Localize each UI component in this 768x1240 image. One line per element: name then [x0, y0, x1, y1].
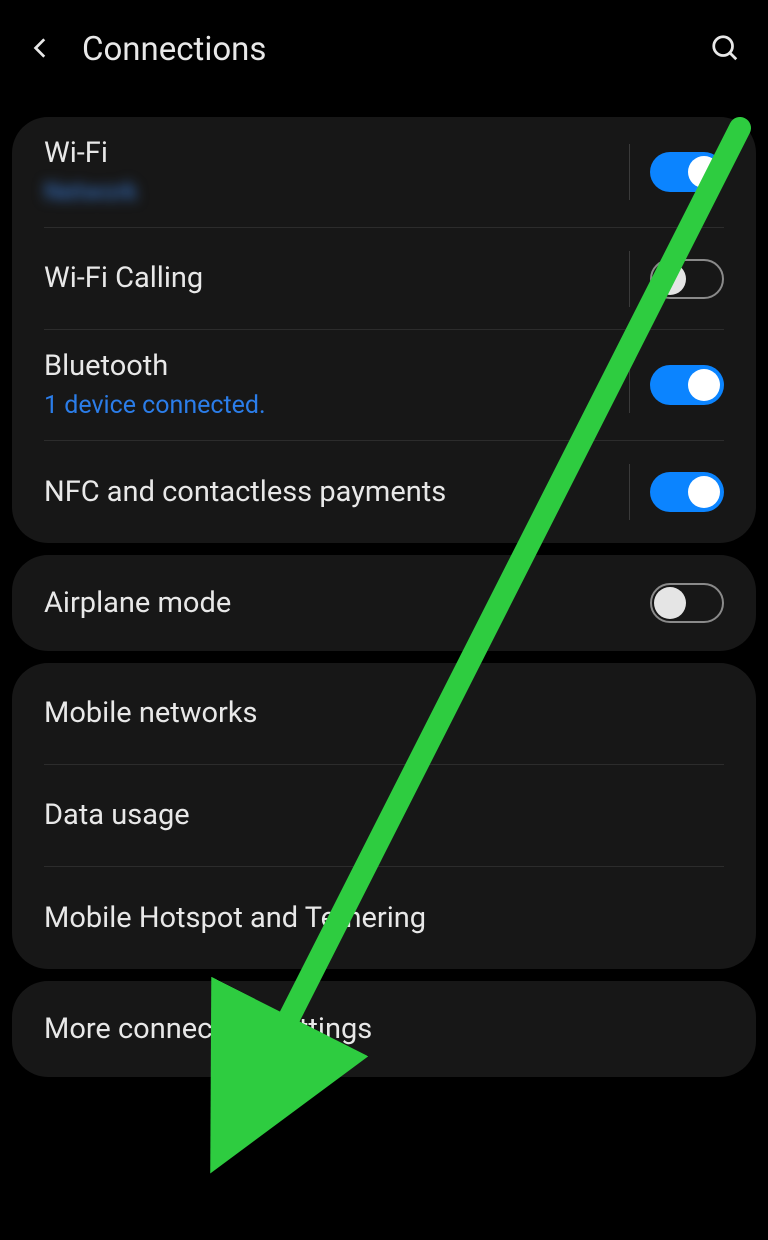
data-usage-row[interactable]: Data usage	[44, 765, 724, 867]
data-usage-label: Data usage	[44, 797, 190, 835]
mobile-networks-text: Mobile networks	[44, 695, 258, 733]
mobile-networks-row[interactable]: Mobile networks	[44, 663, 724, 765]
divider	[629, 464, 630, 520]
wifi-text: Wi-Fi Network	[44, 135, 137, 209]
more-connection-label: More connection settings	[44, 1011, 372, 1049]
mobile-hotspot-row[interactable]: Mobile Hotspot and Tethering	[44, 867, 724, 969]
mobile-hotspot-text: Mobile Hotspot and Tethering	[44, 900, 426, 938]
airplane-row[interactable]: Airplane mode	[44, 555, 724, 651]
divider	[629, 251, 630, 307]
wifi-calling-label: Wi-Fi Calling	[44, 260, 203, 298]
bluetooth-right	[629, 357, 724, 413]
wifi-calling-right	[629, 251, 724, 307]
divider	[629, 357, 630, 413]
wifi-calling-text: Wi-Fi Calling	[44, 260, 203, 298]
data-usage-text: Data usage	[44, 797, 190, 835]
airplane-label: Airplane mode	[44, 585, 231, 623]
bluetooth-toggle[interactable]	[650, 365, 724, 405]
header: Connections	[0, 0, 768, 89]
more-connection-row[interactable]: More connection settings	[44, 981, 724, 1077]
mobile-networks-label: Mobile networks	[44, 695, 258, 733]
header-left: Connections	[28, 30, 266, 69]
bluetooth-row[interactable]: Bluetooth 1 device connected.	[44, 330, 724, 441]
mobile-hotspot-label: Mobile Hotspot and Tethering	[44, 900, 426, 938]
settings-group-4: More connection settings	[12, 981, 756, 1077]
wifi-toggle[interactable]	[650, 152, 724, 192]
bluetooth-sub: 1 device connected.	[44, 390, 266, 423]
wifi-right	[629, 144, 724, 200]
airplane-text: Airplane mode	[44, 585, 231, 623]
nfc-text: NFC and contactless payments	[44, 474, 446, 512]
wifi-row[interactable]: Wi-Fi Network	[44, 117, 724, 228]
bluetooth-text: Bluetooth 1 device connected.	[44, 348, 266, 422]
more-connection-text: More connection settings	[44, 1011, 372, 1049]
settings-group-2: Airplane mode	[12, 555, 756, 651]
nfc-right	[629, 464, 724, 520]
page-title: Connections	[82, 30, 266, 69]
settings-group-1: Wi-Fi Network Wi-Fi Calling Bluetooth 1 …	[12, 117, 756, 543]
wifi-calling-toggle[interactable]	[650, 259, 724, 299]
settings-group-3: Mobile networks Data usage Mobile Hotspo…	[12, 663, 756, 969]
divider	[629, 144, 630, 200]
nfc-toggle[interactable]	[650, 472, 724, 512]
wifi-calling-row[interactable]: Wi-Fi Calling	[44, 228, 724, 330]
bluetooth-label: Bluetooth	[44, 348, 266, 386]
nfc-label: NFC and contactless payments	[44, 474, 446, 512]
back-icon[interactable]	[28, 35, 54, 65]
wifi-label: Wi-Fi	[44, 135, 137, 173]
search-icon[interactable]	[710, 33, 740, 67]
airplane-right	[650, 583, 724, 623]
nfc-row[interactable]: NFC and contactless payments	[44, 441, 724, 543]
airplane-toggle[interactable]	[650, 583, 724, 623]
wifi-sub: Network	[44, 177, 137, 210]
